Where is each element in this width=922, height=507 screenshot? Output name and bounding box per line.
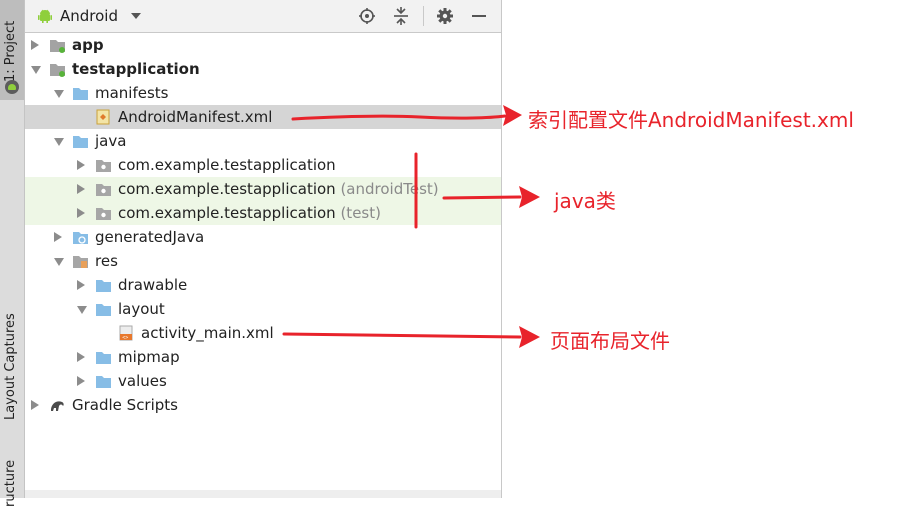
layout-annotation: 页面布局文件 xyxy=(550,329,670,353)
manifest-arrow-line xyxy=(291,114,507,121)
java-annotation: java类 xyxy=(554,189,616,213)
layout-arrowhead xyxy=(519,326,540,348)
manifest-annotation: 索引配置文件AndroidManifest.xml xyxy=(528,108,854,132)
annotation-overlay xyxy=(282,105,540,348)
java-arrowhead xyxy=(519,186,540,208)
java-arrow-line xyxy=(442,195,522,200)
layout-arrow-line xyxy=(282,332,522,339)
